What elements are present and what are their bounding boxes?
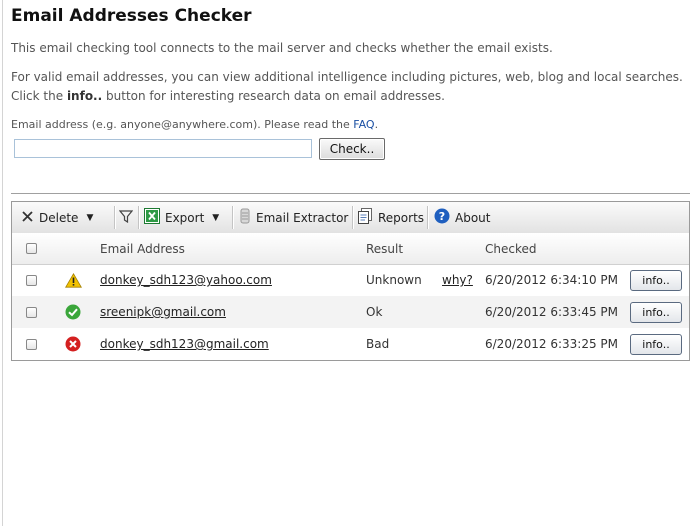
results-grid: Delete ▼ Export ▼ Email Extractor Report… (11, 201, 690, 361)
chevron-down-icon: ▼ (86, 212, 94, 223)
info-button[interactable]: info.. (630, 333, 682, 355)
toolbar-separator (232, 206, 234, 229)
faq-link[interactable]: FAQ (353, 118, 374, 131)
row-checkbox[interactable] (26, 296, 37, 328)
table-row: donkey_sdh123@yahoo.com Unknown why? 6/2… (12, 264, 689, 296)
about-label: About (455, 210, 491, 225)
why-link[interactable]: why? (442, 264, 473, 296)
table-row: donkey_sdh123@gmail.com Bad 6/20/2012 6:… (12, 328, 689, 360)
toolbar-separator (352, 206, 354, 229)
details-info-bold: info.. (66, 89, 103, 103)
email-extractor-label: Email Extractor (256, 210, 349, 225)
column-header-result[interactable]: Result (366, 233, 403, 264)
table-row: sreenipk@gmail.com Ok 6/20/2012 6:33:45 … (12, 296, 689, 328)
delete-x-icon (21, 210, 34, 226)
details-line2-pre: Click the (11, 89, 64, 103)
delete-label: Delete (39, 210, 79, 225)
page-left-border (2, 0, 3, 526)
info-button[interactable]: info.. (630, 269, 682, 291)
export-menu-button[interactable]: Export ▼ (144, 202, 219, 233)
row-info-cell: info.. (630, 264, 682, 296)
row-email-link[interactable]: donkey_sdh123@gmail.com (100, 328, 269, 360)
svg-text:?: ? (439, 210, 445, 223)
email-input[interactable] (14, 139, 312, 158)
row-result: Ok (366, 305, 383, 319)
reports-label: Reports (378, 210, 425, 225)
email-extractor-button[interactable]: Email Extractor (239, 202, 348, 233)
reports-button[interactable]: Reports (358, 202, 424, 233)
details-line1: For valid email addresses, you can view … (11, 70, 683, 84)
warning-icon (65, 264, 82, 296)
divider (11, 193, 690, 194)
check-button[interactable]: Check.. (319, 138, 385, 160)
intro-text: This email checking tool connects to the… (11, 41, 553, 55)
select-all-checkbox[interactable] (26, 233, 37, 264)
filter-button[interactable] (116, 202, 136, 233)
row-email-link[interactable]: sreenipk@gmail.com (100, 296, 226, 328)
reports-icon (358, 208, 373, 227)
ok-check-icon (65, 296, 81, 328)
info-button[interactable]: info.. (630, 301, 682, 323)
row-checked-time: 6/20/2012 6:34:10 PM (485, 273, 619, 287)
hint-text: Email address (e.g. anyone@anywhere.com)… (11, 118, 350, 131)
about-button[interactable]: ? About (434, 202, 490, 233)
help-question-icon: ? (434, 208, 450, 227)
row-checkbox[interactable] (26, 328, 37, 360)
toolbar-separator (138, 206, 140, 229)
email-hint: Email address (e.g. anyone@anywhere.com)… (11, 118, 378, 131)
delete-menu-button[interactable]: Delete ▼ (21, 202, 93, 233)
column-header-checked[interactable]: Checked (485, 233, 537, 264)
extractor-icon (239, 208, 251, 227)
export-label: Export (165, 210, 205, 225)
page-title: Email Addresses Checker (11, 6, 252, 26)
chevron-down-icon: ▼ (212, 212, 220, 223)
row-checked-time: 6/20/2012 6:33:25 PM (485, 337, 619, 351)
filter-icon (118, 209, 134, 226)
grid-toolbar: Delete ▼ Export ▼ Email Extractor Report… (12, 202, 689, 234)
row-checkbox[interactable] (26, 264, 37, 296)
row-checked-time: 6/20/2012 6:33:45 PM (485, 305, 619, 319)
toolbar-separator (427, 206, 429, 229)
excel-icon (144, 208, 160, 227)
details-text: For valid email addresses, you can view … (11, 68, 691, 106)
details-line2-post: button for interesting research data on … (106, 89, 445, 103)
row-info-cell: info.. (630, 328, 682, 360)
hint-suffix: . (374, 118, 379, 131)
error-x-icon (65, 328, 81, 360)
grid-header-row: Email Address Result Checked (12, 233, 689, 265)
row-info-cell: info.. (630, 296, 682, 328)
row-result: Unknown (366, 273, 422, 287)
row-result: Bad (366, 337, 390, 351)
column-header-email[interactable]: Email Address (100, 233, 185, 264)
row-email-link[interactable]: donkey_sdh123@yahoo.com (100, 264, 272, 296)
